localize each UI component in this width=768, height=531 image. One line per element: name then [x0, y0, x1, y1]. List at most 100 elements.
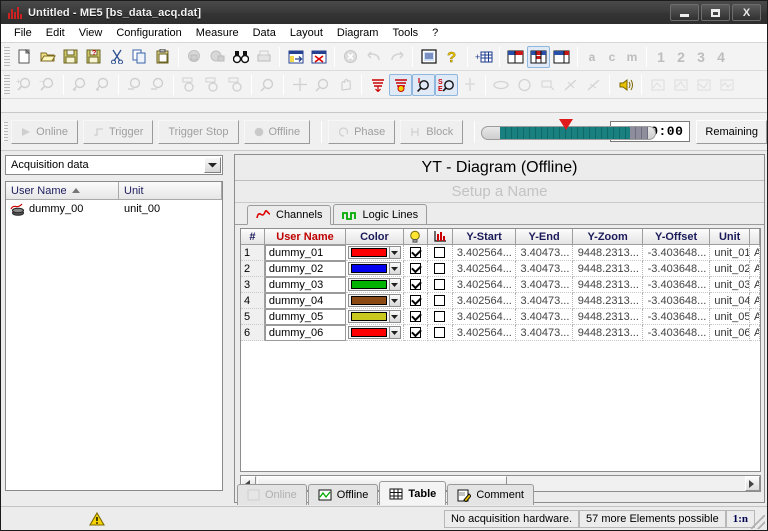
row-color-cell[interactable]	[346, 325, 404, 341]
layout-two-icon[interactable]	[527, 45, 550, 68]
table-row[interactable]: 1 dummy_01 3.402564... 3.40473... 9448.2313.…	[241, 245, 760, 261]
layout-one-icon[interactable]	[504, 46, 527, 68]
menu-item-data[interactable]: Data	[246, 26, 283, 40]
color-picker-button[interactable]	[348, 326, 401, 339]
scale-checkbox[interactable]	[434, 247, 446, 258]
table-row[interactable]: 3 dummy_03 3.402564... 3.40473... 9448.2313.…	[241, 277, 760, 293]
row-scale-cell[interactable]	[427, 293, 454, 309]
row-visible-cell[interactable]	[403, 277, 428, 293]
color-picker-button[interactable]	[348, 294, 401, 307]
menu-item-measure[interactable]: Measure	[189, 26, 246, 40]
chevron-down-icon[interactable]	[388, 279, 400, 290]
scale-checkbox[interactable]	[434, 327, 446, 338]
se-measure-icon[interactable]: SE	[435, 73, 458, 96]
toolbar-grip[interactable]	[3, 74, 10, 95]
export-window-icon[interactable]	[284, 46, 307, 68]
table-row[interactable]: 6 dummy_06 3.402564... 3.40473... 9448.2313.…	[241, 325, 760, 341]
scale-checkbox[interactable]	[434, 311, 446, 322]
online-button[interactable]: Online	[11, 119, 78, 144]
grid-column-y-start[interactable]: Y-Start	[453, 229, 516, 245]
tab-comment[interactable]: Comment	[447, 484, 534, 505]
resize-grip[interactable]	[751, 515, 765, 529]
row-user-name[interactable]: dummy_02	[264, 261, 347, 277]
color-picker-button[interactable]	[348, 310, 401, 323]
color-picker-button[interactable]	[348, 278, 401, 291]
scale-checkbox[interactable]	[434, 295, 446, 306]
cut-icon[interactable]	[105, 46, 128, 68]
visible-checkbox[interactable]	[409, 327, 421, 338]
close-button[interactable]: X	[732, 4, 761, 21]
row-visible-cell[interactable]	[403, 261, 428, 277]
chevron-down-icon[interactable]	[388, 295, 400, 306]
menu-item-configuration[interactable]: Configuration	[109, 26, 188, 40]
open-folder-icon[interactable]	[36, 46, 59, 68]
chevron-down-icon[interactable]	[388, 247, 400, 258]
layout-three-icon[interactable]	[550, 46, 573, 68]
table-row[interactable]: 5 dummy_05 3.402564... 3.40473... 9448.2313.…	[241, 309, 760, 325]
toolbar-grip[interactable]	[3, 46, 10, 67]
y-scale-marker-icon[interactable]	[389, 73, 412, 96]
row-color-cell[interactable]	[346, 277, 404, 293]
chevron-down-icon[interactable]	[388, 263, 400, 274]
tab-table[interactable]: Table	[379, 481, 447, 505]
table-row[interactable]: 4 dummy_04 3.402564... 3.40473... 9448.2313.…	[241, 293, 760, 309]
visible-checkbox[interactable]	[409, 311, 421, 322]
tab-offline[interactable]: Offline	[307, 484, 379, 505]
save-as-icon[interactable]: ?	[82, 46, 105, 68]
acquisition-progress[interactable]	[481, 119, 657, 140]
visible-checkbox[interactable]	[409, 279, 421, 290]
block-button[interactable]: Block	[400, 119, 464, 144]
minimize-button[interactable]	[670, 4, 699, 21]
chevron-down-icon[interactable]	[204, 157, 221, 173]
color-picker-button[interactable]	[348, 262, 401, 275]
tab-logic-lines[interactable]: Logic Lines	[333, 204, 428, 224]
row-scale-cell[interactable]	[427, 261, 454, 277]
list-column-unit[interactable]: Unit	[119, 182, 222, 200]
acquisition-data-combo[interactable]: Acquisition data	[5, 155, 223, 175]
row-color-cell[interactable]	[346, 309, 404, 325]
row-user-name[interactable]: dummy_03	[264, 277, 347, 293]
list-item[interactable]: dummy_00 unit_00	[6, 200, 222, 218]
grid-column-index[interactable]: #	[241, 229, 265, 245]
acquisition-data-list[interactable]: User Name Unit dummy_00 unit_00	[5, 181, 223, 491]
controlbar-grip[interactable]	[3, 121, 9, 142]
grid-column-visible[interactable]	[403, 229, 428, 245]
trigger-stop-button[interactable]: Trigger Stop	[158, 119, 239, 144]
scale-checkbox[interactable]	[434, 279, 446, 290]
grid-column-y-offset[interactable]: Y-Offset	[642, 229, 711, 245]
progress-marker-icon[interactable]	[559, 119, 574, 130]
row-user-name[interactable]: dummy_05	[264, 309, 347, 325]
grid-column-extra[interactable]	[750, 229, 760, 245]
menu-item-tools[interactable]: Tools	[385, 26, 425, 40]
menu-item-diagram[interactable]: Diagram	[330, 26, 386, 40]
menu-item-help[interactable]: ?	[425, 26, 445, 40]
row-visible-cell[interactable]	[403, 325, 428, 341]
row-user-name[interactable]: dummy_01	[264, 245, 347, 261]
channels-grid[interactable]: # User Name Color Y-Start Y-End Y-Zoom Y…	[240, 228, 761, 472]
row-color-cell[interactable]	[346, 293, 404, 309]
row-scale-cell[interactable]	[427, 325, 454, 341]
visible-checkbox[interactable]	[409, 263, 421, 274]
row-visible-cell[interactable]	[403, 309, 428, 325]
tab-online[interactable]: Online	[237, 484, 307, 505]
y-scale-icon[interactable]	[366, 74, 389, 96]
scale-checkbox[interactable]	[434, 263, 446, 274]
menu-item-layout[interactable]: Layout	[283, 26, 330, 40]
row-visible-cell[interactable]	[403, 293, 428, 309]
menu-item-file[interactable]: File	[7, 26, 39, 40]
speaker-icon[interactable]	[614, 74, 637, 96]
color-picker-button[interactable]	[348, 246, 401, 259]
row-scale-cell[interactable]	[427, 309, 454, 325]
visible-checkbox[interactable]	[409, 247, 421, 258]
menu-item-view[interactable]: View	[72, 26, 110, 40]
grid-column-color[interactable]: Color	[346, 229, 404, 245]
copy-icon[interactable]	[128, 46, 151, 68]
row-color-cell[interactable]	[346, 261, 404, 277]
phase-button[interactable]: Phase	[328, 119, 396, 144]
properties-icon[interactable]	[417, 46, 440, 68]
new-document-icon[interactable]	[13, 46, 36, 68]
delete-table-icon[interactable]	[307, 46, 330, 68]
trigger-button[interactable]: Trigger	[82, 119, 154, 144]
visible-checkbox[interactable]	[409, 295, 421, 306]
row-user-name[interactable]: dummy_04	[264, 293, 347, 309]
